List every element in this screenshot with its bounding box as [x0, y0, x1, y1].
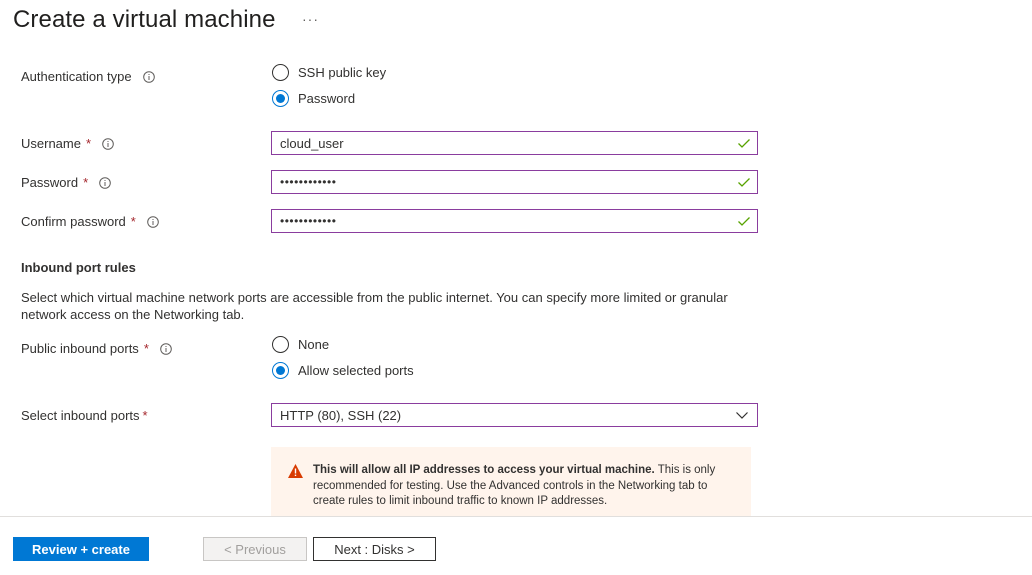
- public-inbound-option-allow[interactable]: Allow selected ports: [272, 362, 414, 379]
- password-field[interactable]: ••••••••••••: [271, 170, 758, 194]
- public-inbound-label: Public inbound ports: [21, 341, 139, 356]
- next-disks-button[interactable]: Next : Disks >: [313, 537, 436, 561]
- checkmark-icon: [738, 178, 750, 187]
- select-inbound-label-row: Select inbound ports *: [21, 408, 148, 423]
- required-mark: *: [130, 214, 136, 229]
- public-inbound-label-row: Public inbound ports *: [21, 341, 172, 356]
- auth-option-password-label: Password: [298, 91, 356, 106]
- auth-option-password[interactable]: Password: [272, 90, 355, 107]
- warning-bold-text: This will allow all IP addresses to acce…: [313, 464, 655, 476]
- more-actions-ellipsis-icon[interactable]: ···: [302, 11, 319, 27]
- info-icon[interactable]: [142, 70, 155, 83]
- checkmark-icon: [738, 139, 750, 148]
- footer-divider: [0, 516, 1032, 517]
- required-mark: *: [143, 341, 149, 356]
- required-mark: *: [142, 408, 148, 423]
- public-inbound-option-none[interactable]: None: [272, 336, 329, 353]
- info-icon[interactable]: [99, 176, 111, 189]
- chevron-down-icon: [736, 412, 748, 419]
- password-label: Password: [21, 175, 79, 190]
- auth-type-label-row: Authentication type: [21, 69, 155, 84]
- required-mark: *: [85, 136, 92, 151]
- radio-ssh-public-key[interactable]: [272, 64, 289, 81]
- inbound-port-rules-heading: Inbound port rules: [21, 260, 136, 275]
- warning-message: This will allow all IP addresses to acce…: [271, 447, 751, 517]
- public-inbound-option-allow-label: Allow selected ports: [298, 363, 414, 378]
- info-icon[interactable]: [147, 215, 159, 228]
- warning-icon: [288, 464, 303, 478]
- info-icon[interactable]: [102, 137, 114, 150]
- username-value[interactable]: cloud_user: [280, 136, 737, 151]
- password-label-row: Password *: [21, 175, 111, 190]
- confirm-password-field[interactable]: ••••••••••••: [271, 209, 758, 233]
- previous-button[interactable]: < Previous: [203, 537, 307, 561]
- review-create-button[interactable]: Review + create: [13, 537, 149, 561]
- select-inbound-ports-dropdown[interactable]: HTTP (80), SSH (22): [271, 403, 758, 427]
- radio-password[interactable]: [272, 90, 289, 107]
- page-title: Create a virtual machine: [13, 6, 276, 33]
- radio-none[interactable]: [272, 336, 289, 353]
- auth-option-ssh[interactable]: SSH public key: [272, 64, 386, 81]
- checkmark-icon: [738, 217, 750, 226]
- info-icon[interactable]: [160, 342, 172, 355]
- required-mark: *: [83, 175, 89, 190]
- username-label: Username: [21, 136, 81, 151]
- radio-allow-selected-ports[interactable]: [272, 362, 289, 379]
- public-inbound-option-none-label: None: [298, 337, 330, 352]
- select-inbound-ports-value: HTTP (80), SSH (22): [280, 407, 402, 423]
- password-value[interactable]: ••••••••••••: [280, 175, 737, 189]
- inbound-port-rules-description: Select which virtual machine network por…: [21, 290, 728, 322]
- auth-option-ssh-label: SSH public key: [298, 65, 387, 80]
- confirm-password-value[interactable]: ••••••••••••: [280, 214, 737, 228]
- username-label-row: Username *: [21, 136, 114, 151]
- select-inbound-label: Select inbound ports: [21, 408, 140, 423]
- auth-type-label: Authentication type: [21, 69, 132, 84]
- confirm-password-label-row: Confirm password *: [21, 214, 159, 229]
- confirm-password-label: Confirm password: [21, 214, 126, 229]
- warning-text: This will allow all IP addresses to acce…: [313, 463, 739, 517]
- username-field[interactable]: cloud_user: [271, 131, 758, 155]
